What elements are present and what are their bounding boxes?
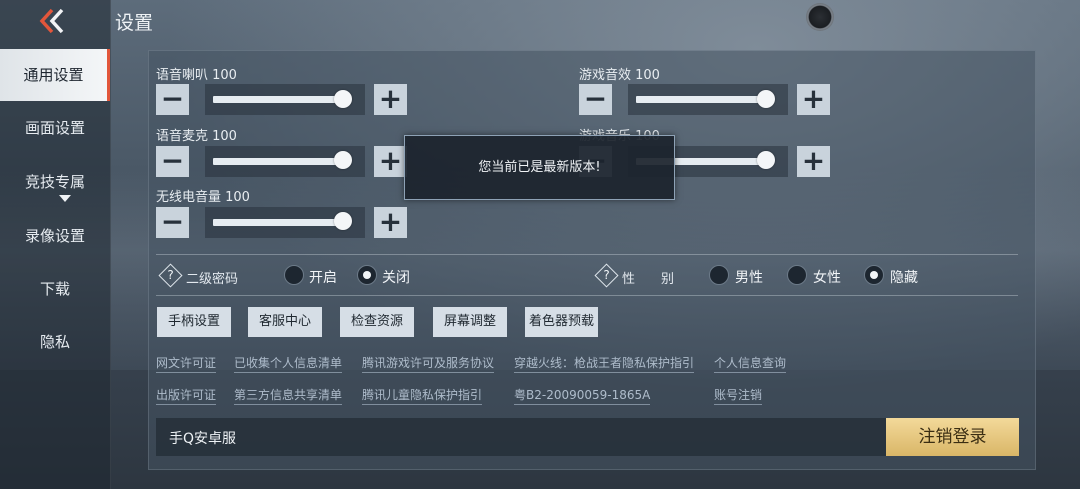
game-sfx-track[interactable] [636,96,766,103]
game-sfx-minus-button[interactable]: − [579,84,612,115]
link-account-cancel[interactable]: 账号注销 [714,386,763,405]
caret-down-icon [59,195,71,202]
customer-service-button[interactable]: 客服中心 [248,307,322,337]
voice-speaker-slider-thumb[interactable] [334,90,352,108]
help-icon-glyph: ? [167,268,174,282]
voice-speaker-plus-button[interactable]: + [374,84,407,115]
link-third-party-sharing[interactable]: 第三方信息共享清单 [234,386,343,405]
gamepad-settings-button[interactable]: 手柄设置 [157,307,231,337]
link-child-privacy[interactable]: 腾讯儿童隐私保护指引 [362,386,483,405]
voice-mic-label: 语音麦克 100 [156,129,237,144]
game-sfx-label: 游戏音效 100 [579,68,660,83]
check-resources-button[interactable]: 检查资源 [340,307,414,337]
voice-mic-slider-thumb[interactable] [334,151,352,169]
account-platform: 手Q安卓服 [169,431,237,447]
logout-button[interactable]: 注销登录 [886,418,1019,456]
radio-volume-minus-button[interactable]: − [156,207,189,238]
link-privacy-guide[interactable]: 穿越火线：枪战王者隐私保护指引 [514,354,695,373]
back-chevron-icon[interactable] [34,6,68,36]
voice-speaker-track[interactable] [213,96,343,103]
account-bar [156,418,886,456]
divider [156,295,1018,296]
radio-volume-plus-button[interactable]: + [374,207,407,238]
sidebar-item-privacy[interactable]: 隐私 [0,316,110,368]
page-title: 设置 [115,12,154,34]
radio-gender-hidden-label: 隐藏 [890,270,918,286]
radio-volume-slider-thumb[interactable] [334,212,352,230]
voice-speaker-minus-button[interactable]: − [156,84,189,115]
radio-gender-male-label: 男性 [735,270,763,286]
divider [156,254,1018,255]
sidebar-item-competitive[interactable]: 竞技专属 [0,156,110,208]
game-music-plus-button[interactable]: + [797,146,830,177]
sidebar-item-general[interactable]: 通用设置 [0,49,110,101]
radio-password-on[interactable] [284,265,304,285]
radio-volume-label: 无线电音量 100 [156,190,250,205]
voice-mic-minus-button[interactable]: − [156,146,189,177]
screen-adjust-button[interactable]: 屏幕调整 [433,307,507,337]
sidebar-item-graphics[interactable]: 画面设置 [0,102,110,154]
link-icp-number[interactable]: 粤B2-20090059-1865A [514,386,651,405]
sidebar-item-download[interactable]: 下载 [0,263,110,315]
game-sfx-slider-thumb[interactable] [757,90,775,108]
floating-orb-icon[interactable] [806,3,834,31]
shader-preload-button[interactable]: 着色器预载 [525,307,598,337]
game-music-slider-thumb[interactable] [757,151,775,169]
radio-password-on-label: 开启 [309,270,337,286]
gender-label: 性 别 [622,272,675,287]
link-publishing-license[interactable]: 出版许可证 [156,386,217,405]
secondary-password-label: 二级密码 [186,272,239,287]
voice-mic-track[interactable] [213,158,343,165]
toast-message: 您当前已是最新版本! [478,160,601,175]
radio-password-off[interactable] [357,265,377,285]
radio-gender-male[interactable] [709,265,729,285]
game-sfx-plus-button[interactable]: + [797,84,830,115]
voice-mic-plus-button[interactable]: + [374,146,407,177]
voice-speaker-label: 语音喇叭 100 [156,68,237,83]
help-icon-glyph: ? [603,268,610,282]
sidebar-item-recording[interactable]: 录像设置 [0,210,110,262]
link-online-culture-license[interactable]: 网文许可证 [156,354,217,373]
radio-gender-hidden[interactable] [864,265,884,285]
link-collected-info-list[interactable]: 已收集个人信息清单 [234,354,343,373]
link-license-agreement[interactable]: 腾讯游戏许可及服务协议 [362,354,495,373]
radio-gender-female[interactable] [787,265,807,285]
toast-dialog: 您当前已是最新版本! [404,135,675,200]
radio-password-off-label: 关闭 [382,270,410,286]
radio-volume-track[interactable] [213,219,343,226]
link-personal-info-query[interactable]: 个人信息查询 [714,354,787,373]
radio-gender-female-label: 女性 [813,270,841,286]
